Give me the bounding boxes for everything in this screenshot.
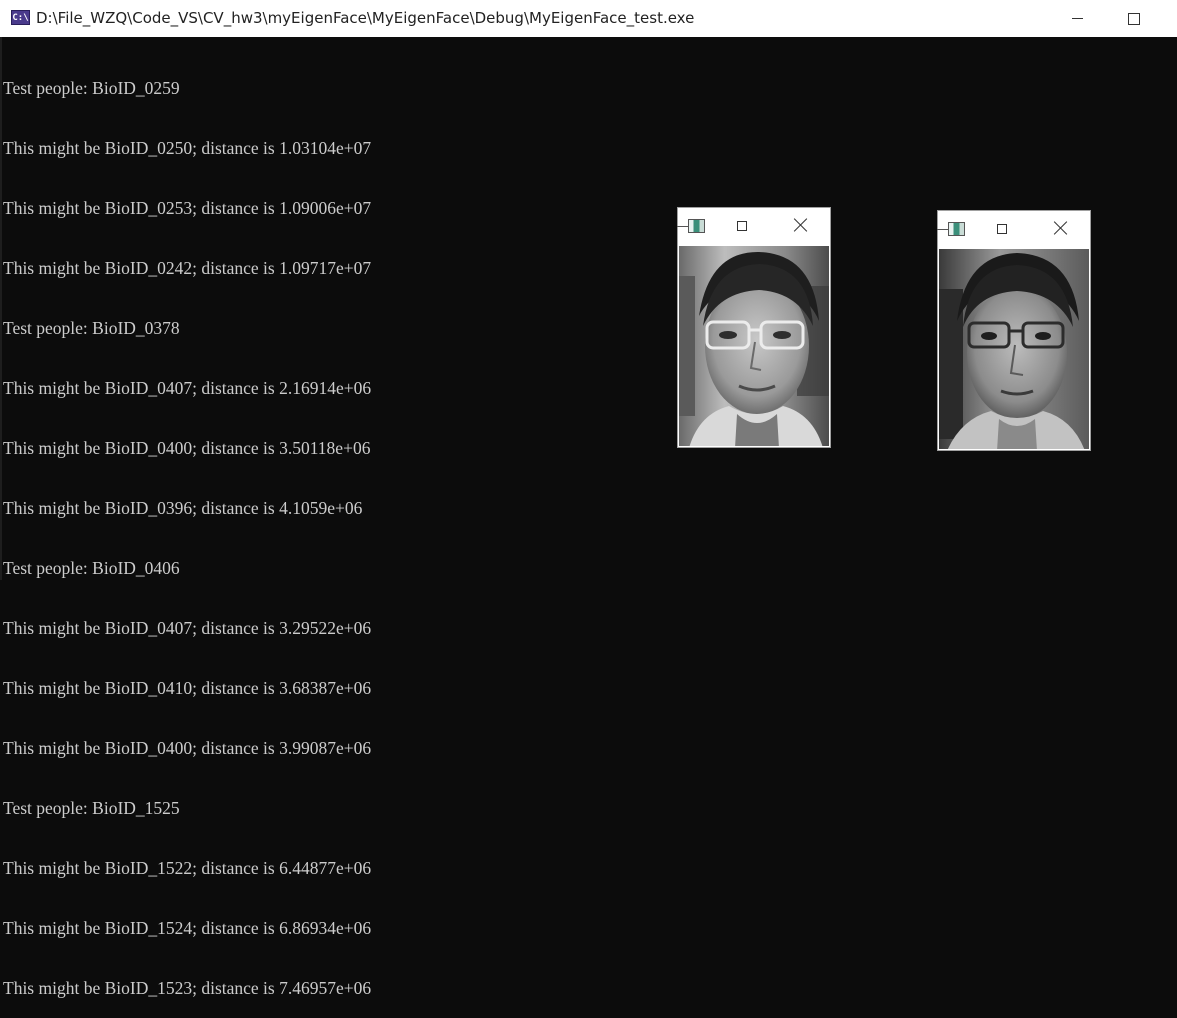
- console-line: This might be BioID_0242; distance is 1.…: [3, 258, 372, 278]
- maximize-icon: [1128, 12, 1140, 25]
- icon-tail: [677, 226, 688, 227]
- minimize-button[interactable]: [1054, 0, 1100, 37]
- image-window-match[interactable]: [937, 210, 1091, 451]
- close-icon[interactable]: [1053, 220, 1069, 236]
- console-line: This might be BioID_1522; distance is 6.…: [3, 858, 372, 878]
- console-line: This might be BioID_0407; distance is 2.…: [3, 378, 372, 398]
- console-line: This might be BioID_1523; distance is 7.…: [3, 978, 372, 998]
- icon-tail: [937, 229, 948, 230]
- console-line: Test people: BioID_0406: [3, 558, 180, 578]
- console-line: Test people: BioID_0259: [3, 78, 180, 98]
- face-image: [939, 249, 1089, 449]
- console-app-icon: C:\: [11, 10, 30, 25]
- maximize-icon[interactable]: [997, 224, 1007, 234]
- face-photo: [939, 249, 1089, 449]
- face-image: [679, 246, 829, 446]
- console-line: This might be BioID_0253; distance is 1.…: [3, 198, 372, 218]
- image-window-icon: [688, 219, 705, 233]
- console-line: This might be BioID_1524; distance is 6.…: [3, 918, 372, 938]
- minimize-icon: [1071, 18, 1083, 19]
- console-line: Test people: BioID_0378: [3, 318, 180, 338]
- console-line: This might be BioID_0250; distance is 1.…: [3, 138, 372, 158]
- image-window-test[interactable]: [677, 207, 831, 448]
- image-window-titlebar[interactable]: [937, 211, 1090, 249]
- console-line: This might be BioID_0400; distance is 3.…: [3, 738, 372, 758]
- image-window-titlebar[interactable]: [677, 208, 830, 246]
- console-output[interactable]: Test people: BioID_0259 This might be Bi…: [3, 38, 643, 1018]
- window-left-border: [0, 37, 2, 580]
- console-line: This might be BioID_0400; distance is 3.…: [3, 438, 371, 458]
- console-line: Test people: BioID_1525: [3, 798, 180, 818]
- close-icon[interactable]: [793, 217, 809, 233]
- console-line: This might be BioID_0396; distance is 4.…: [3, 498, 363, 518]
- image-window-icon: [948, 222, 965, 236]
- maximize-icon[interactable]: [737, 221, 747, 231]
- face-photo: [679, 246, 829, 446]
- maximize-button[interactable]: [1111, 0, 1157, 37]
- console-titlebar[interactable]: C:\ D:\File_WZQ\Code_VS\CV_hw3\myEigenFa…: [0, 0, 1177, 37]
- console-line: This might be BioID_0407; distance is 3.…: [3, 618, 372, 638]
- window-title: D:\File_WZQ\Code_VS\CV_hw3\myEigenFace\M…: [36, 9, 695, 27]
- console-line: This might be BioID_0410; distance is 3.…: [3, 678, 372, 698]
